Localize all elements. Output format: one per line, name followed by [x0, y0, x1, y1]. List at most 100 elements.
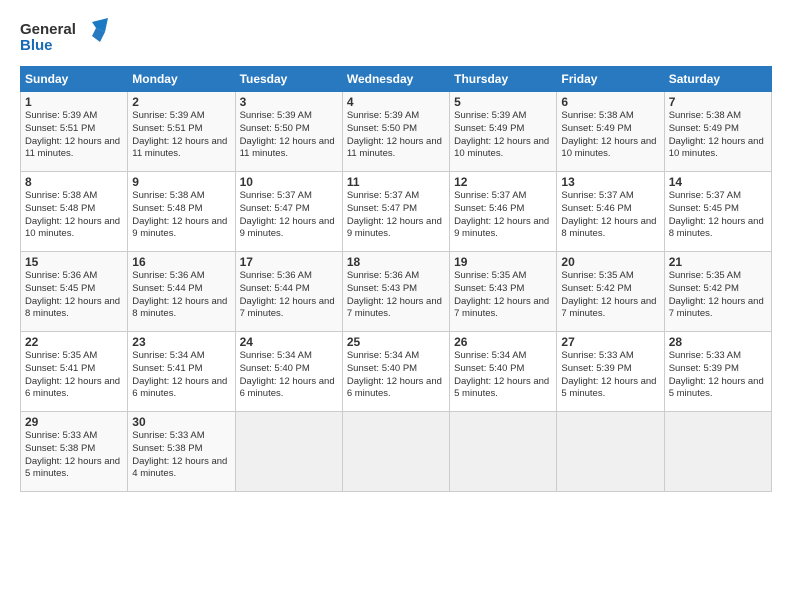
day-info: Sunrise: 5:38 AMSunset: 5:48 PMDaylight:… — [132, 190, 230, 241]
day-info: Sunrise: 5:37 AMSunset: 5:47 PMDaylight:… — [240, 190, 338, 241]
day-number: 29 — [25, 415, 123, 429]
day-info: Sunrise: 5:39 AMSunset: 5:51 PMDaylight:… — [25, 110, 123, 161]
day-info: Sunrise: 5:37 AMSunset: 5:46 PMDaylight:… — [561, 190, 659, 241]
calendar-cell: 23 Sunrise: 5:34 AMSunset: 5:41 PMDaylig… — [128, 332, 235, 412]
calendar-cell: 30 Sunrise: 5:33 AMSunset: 5:38 PMDaylig… — [128, 412, 235, 492]
calendar-cell — [235, 412, 342, 492]
calendar: SundayMondayTuesdayWednesdayThursdayFrid… — [20, 66, 772, 492]
general-blue-logo: General Blue — [20, 18, 110, 56]
calendar-cell: 20 Sunrise: 5:35 AMSunset: 5:42 PMDaylig… — [557, 252, 664, 332]
calendar-cell: 22 Sunrise: 5:35 AMSunset: 5:41 PMDaylig… — [21, 332, 128, 412]
day-info: Sunrise: 5:37 AMSunset: 5:45 PMDaylight:… — [669, 190, 767, 241]
day-info: Sunrise: 5:36 AMSunset: 5:43 PMDaylight:… — [347, 270, 445, 321]
day-info: Sunrise: 5:38 AMSunset: 5:49 PMDaylight:… — [669, 110, 767, 161]
day-info: Sunrise: 5:39 AMSunset: 5:50 PMDaylight:… — [347, 110, 445, 161]
calendar-header-monday: Monday — [128, 67, 235, 92]
day-info: Sunrise: 5:33 AMSunset: 5:39 PMDaylight:… — [669, 350, 767, 401]
day-number: 14 — [669, 175, 767, 189]
calendar-cell: 13 Sunrise: 5:37 AMSunset: 5:46 PMDaylig… — [557, 172, 664, 252]
day-info: Sunrise: 5:37 AMSunset: 5:46 PMDaylight:… — [454, 190, 552, 241]
calendar-cell: 29 Sunrise: 5:33 AMSunset: 5:38 PMDaylig… — [21, 412, 128, 492]
day-number: 16 — [132, 255, 230, 269]
day-number: 26 — [454, 335, 552, 349]
day-number: 19 — [454, 255, 552, 269]
day-number: 13 — [561, 175, 659, 189]
calendar-header-friday: Friday — [557, 67, 664, 92]
calendar-cell: 15 Sunrise: 5:36 AMSunset: 5:45 PMDaylig… — [21, 252, 128, 332]
day-number: 28 — [669, 335, 767, 349]
day-number: 30 — [132, 415, 230, 429]
calendar-cell — [664, 412, 771, 492]
day-number: 9 — [132, 175, 230, 189]
day-number: 1 — [25, 95, 123, 109]
calendar-week-3: 15 Sunrise: 5:36 AMSunset: 5:45 PMDaylig… — [21, 252, 772, 332]
calendar-cell: 18 Sunrise: 5:36 AMSunset: 5:43 PMDaylig… — [342, 252, 449, 332]
day-number: 22 — [25, 335, 123, 349]
day-number: 12 — [454, 175, 552, 189]
calendar-week-5: 29 Sunrise: 5:33 AMSunset: 5:38 PMDaylig… — [21, 412, 772, 492]
day-info: Sunrise: 5:38 AMSunset: 5:48 PMDaylight:… — [25, 190, 123, 241]
page: General Blue SundayMondayTuesdayWednesda… — [0, 0, 792, 502]
calendar-cell: 10 Sunrise: 5:37 AMSunset: 5:47 PMDaylig… — [235, 172, 342, 252]
calendar-week-2: 8 Sunrise: 5:38 AMSunset: 5:48 PMDayligh… — [21, 172, 772, 252]
calendar-header-tuesday: Tuesday — [235, 67, 342, 92]
calendar-cell: 19 Sunrise: 5:35 AMSunset: 5:43 PMDaylig… — [450, 252, 557, 332]
calendar-week-4: 22 Sunrise: 5:35 AMSunset: 5:41 PMDaylig… — [21, 332, 772, 412]
calendar-cell: 9 Sunrise: 5:38 AMSunset: 5:48 PMDayligh… — [128, 172, 235, 252]
day-info: Sunrise: 5:39 AMSunset: 5:49 PMDaylight:… — [454, 110, 552, 161]
day-number: 3 — [240, 95, 338, 109]
calendar-cell — [450, 412, 557, 492]
calendar-cell: 24 Sunrise: 5:34 AMSunset: 5:40 PMDaylig… — [235, 332, 342, 412]
calendar-header-sunday: Sunday — [21, 67, 128, 92]
calendar-cell: 1 Sunrise: 5:39 AMSunset: 5:51 PMDayligh… — [21, 92, 128, 172]
day-number: 27 — [561, 335, 659, 349]
calendar-header-saturday: Saturday — [664, 67, 771, 92]
calendar-cell: 21 Sunrise: 5:35 AMSunset: 5:42 PMDaylig… — [664, 252, 771, 332]
day-number: 11 — [347, 175, 445, 189]
day-info: Sunrise: 5:34 AMSunset: 5:40 PMDaylight:… — [240, 350, 338, 401]
calendar-cell: 25 Sunrise: 5:34 AMSunset: 5:40 PMDaylig… — [342, 332, 449, 412]
calendar-cell: 17 Sunrise: 5:36 AMSunset: 5:44 PMDaylig… — [235, 252, 342, 332]
day-info: Sunrise: 5:34 AMSunset: 5:41 PMDaylight:… — [132, 350, 230, 401]
calendar-cell: 26 Sunrise: 5:34 AMSunset: 5:40 PMDaylig… — [450, 332, 557, 412]
calendar-cell — [557, 412, 664, 492]
day-number: 15 — [25, 255, 123, 269]
day-info: Sunrise: 5:33 AMSunset: 5:39 PMDaylight:… — [561, 350, 659, 401]
day-number: 10 — [240, 175, 338, 189]
calendar-cell: 12 Sunrise: 5:37 AMSunset: 5:46 PMDaylig… — [450, 172, 557, 252]
day-number: 18 — [347, 255, 445, 269]
day-number: 25 — [347, 335, 445, 349]
day-number: 6 — [561, 95, 659, 109]
day-info: Sunrise: 5:39 AMSunset: 5:51 PMDaylight:… — [132, 110, 230, 161]
day-info: Sunrise: 5:34 AMSunset: 5:40 PMDaylight:… — [347, 350, 445, 401]
day-number: 4 — [347, 95, 445, 109]
calendar-cell — [342, 412, 449, 492]
day-info: Sunrise: 5:36 AMSunset: 5:44 PMDaylight:… — [132, 270, 230, 321]
svg-text:General: General — [20, 21, 76, 38]
day-number: 21 — [669, 255, 767, 269]
svg-text:Blue: Blue — [20, 37, 53, 54]
calendar-cell: 8 Sunrise: 5:38 AMSunset: 5:48 PMDayligh… — [21, 172, 128, 252]
day-info: Sunrise: 5:35 AMSunset: 5:42 PMDaylight:… — [669, 270, 767, 321]
calendar-cell: 2 Sunrise: 5:39 AMSunset: 5:51 PMDayligh… — [128, 92, 235, 172]
day-info: Sunrise: 5:36 AMSunset: 5:44 PMDaylight:… — [240, 270, 338, 321]
day-info: Sunrise: 5:34 AMSunset: 5:40 PMDaylight:… — [454, 350, 552, 401]
day-info: Sunrise: 5:38 AMSunset: 5:49 PMDaylight:… — [561, 110, 659, 161]
calendar-cell: 11 Sunrise: 5:37 AMSunset: 5:47 PMDaylig… — [342, 172, 449, 252]
day-info: Sunrise: 5:35 AMSunset: 5:42 PMDaylight:… — [561, 270, 659, 321]
calendar-cell: 5 Sunrise: 5:39 AMSunset: 5:49 PMDayligh… — [450, 92, 557, 172]
day-number: 20 — [561, 255, 659, 269]
calendar-cell: 16 Sunrise: 5:36 AMSunset: 5:44 PMDaylig… — [128, 252, 235, 332]
calendar-cell: 7 Sunrise: 5:38 AMSunset: 5:49 PMDayligh… — [664, 92, 771, 172]
calendar-cell: 28 Sunrise: 5:33 AMSunset: 5:39 PMDaylig… — [664, 332, 771, 412]
day-number: 2 — [132, 95, 230, 109]
calendar-header-thursday: Thursday — [450, 67, 557, 92]
calendar-header-wednesday: Wednesday — [342, 67, 449, 92]
calendar-cell: 14 Sunrise: 5:37 AMSunset: 5:45 PMDaylig… — [664, 172, 771, 252]
calendar-week-1: 1 Sunrise: 5:39 AMSunset: 5:51 PMDayligh… — [21, 92, 772, 172]
day-info: Sunrise: 5:35 AMSunset: 5:43 PMDaylight:… — [454, 270, 552, 321]
day-number: 24 — [240, 335, 338, 349]
calendar-cell: 6 Sunrise: 5:38 AMSunset: 5:49 PMDayligh… — [557, 92, 664, 172]
day-info: Sunrise: 5:36 AMSunset: 5:45 PMDaylight:… — [25, 270, 123, 321]
day-info: Sunrise: 5:37 AMSunset: 5:47 PMDaylight:… — [347, 190, 445, 241]
